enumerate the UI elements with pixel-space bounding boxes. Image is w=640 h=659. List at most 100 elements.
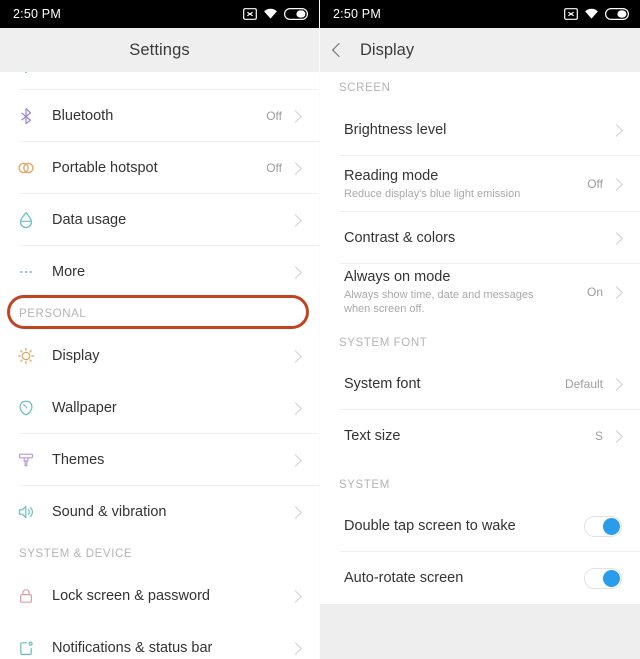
settings-panel: 2:50 PM Settings Bluetooth Off Portable … [0, 0, 320, 659]
toggle-knob [603, 517, 620, 535]
settings-row-bluetooth[interactable]: Bluetooth Off [0, 90, 319, 142]
status-bar-right: 2:50 PM [320, 0, 640, 28]
chevron-right-icon [610, 177, 623, 191]
settings-row-wlan[interactable]: WLAN 91springboard [0, 72, 319, 90]
back-button[interactable] [331, 28, 350, 72]
section-header-system-font: SYSTEM FONT [320, 320, 640, 358]
chevron-right-icon [289, 109, 302, 123]
row-title: Notifications & status bar [52, 640, 213, 656]
display-row-contrast-colors[interactable]: Contrast & colors [320, 212, 640, 264]
battery-icon [284, 8, 308, 20]
section-header-screen: SCREEN [320, 72, 640, 104]
settings-row-display[interactable]: Display [0, 330, 319, 382]
chevron-right-icon [610, 285, 623, 299]
display-row-system-font[interactable]: System font Default [320, 358, 640, 410]
row-title: Lock screen & password [52, 588, 210, 604]
status-time: 2:50 PM [13, 7, 61, 21]
row-value-bluetooth: Off [266, 109, 282, 123]
row-value-portable-hotspot: Off [266, 161, 282, 175]
row-text-auto-rotate-screen: Auto-rotate screen [320, 569, 584, 587]
row-title: System font [344, 376, 421, 392]
data-usage-icon [0, 210, 52, 230]
row-text-reading-mode: Reading mode Reduce display's blue light… [320, 167, 587, 201]
status-bar-left: 2:50 PM [0, 0, 319, 28]
settings-title-bar: Settings [0, 28, 319, 72]
display-row-double-tap-to-wake[interactable]: Double tap screen to wake [320, 500, 640, 552]
display-row-text-size[interactable]: Text size S [320, 410, 640, 462]
row-text-wlan: WLAN [52, 72, 205, 74]
chevron-right-icon [289, 265, 302, 279]
row-text-system-font: System font [320, 375, 565, 393]
toggle-knob [603, 569, 620, 587]
settings-row-wallpaper[interactable]: Wallpaper [0, 382, 319, 434]
page-title: Display [360, 40, 415, 59]
more-icon [0, 262, 52, 282]
settings-row-more[interactable]: More [0, 246, 319, 298]
row-title: Contrast & colors [344, 230, 456, 246]
row-text-lock-screen-password: Lock screen & password [52, 587, 291, 605]
row-title: Brightness level [344, 122, 447, 138]
row-text-portable-hotspot: Portable hotspot [52, 159, 266, 177]
row-title: More [52, 264, 86, 280]
bluetooth-icon [0, 106, 52, 126]
row-text-data-usage: Data usage [52, 211, 291, 229]
row-title: Text size [344, 428, 401, 444]
chevron-right-icon [610, 123, 623, 137]
row-text-brightness-level: Brightness level [320, 121, 612, 139]
row-text-always-on-mode: Always on mode Always show time, date an… [320, 268, 587, 316]
wifi-icon [0, 72, 52, 76]
section-header-personal: PERSONAL [0, 298, 319, 330]
row-title: Auto-rotate screen [344, 570, 464, 586]
row-value-system-font: Default [564, 377, 603, 391]
themes-icon [0, 450, 52, 470]
row-title: Wallpaper [52, 400, 117, 416]
chevron-right-icon [610, 231, 623, 245]
notifications-icon [0, 638, 52, 658]
settings-row-lock-screen-password[interactable]: Lock screen & password [0, 570, 319, 622]
status-time: 2:50 PM [333, 7, 381, 21]
display-row-auto-rotate-screen[interactable]: Auto-rotate screen [320, 552, 640, 604]
row-title: Themes [52, 452, 105, 468]
display-panel: 2:50 PM Display SCREEN Brightness level … [320, 0, 640, 659]
row-title: Data usage [52, 212, 127, 228]
settings-row-data-usage[interactable]: Data usage [0, 194, 319, 246]
chevron-right-icon [289, 641, 302, 655]
row-text-text-size: Text size [320, 427, 595, 445]
no-sim-icon [243, 8, 257, 20]
row-title: Portable hotspot [52, 160, 158, 176]
row-text-wallpaper: Wallpaper [52, 399, 291, 417]
row-title: WLAN [52, 72, 197, 74]
chevron-left-icon [331, 42, 347, 58]
section-header-system: SYSTEM [320, 462, 640, 500]
battery-icon [605, 8, 629, 20]
section-header-system-device: SYSTEM & DEVICE [0, 538, 319, 570]
list-bottom-spacer [320, 604, 640, 659]
status-icon-group [564, 8, 629, 20]
settings-row-themes[interactable]: Themes [0, 434, 319, 486]
lock-icon [0, 586, 52, 606]
row-value-text-size: S [594, 429, 603, 443]
chevron-right-icon [289, 349, 302, 363]
row-text-contrast-colors: Contrast & colors [320, 229, 612, 247]
display-title-bar: Display [320, 28, 640, 72]
chevron-right-icon [289, 161, 302, 175]
toggle-double-tap-to-wake[interactable] [584, 515, 622, 537]
display-list: SCREEN Brightness level Reading mode Red… [320, 72, 640, 659]
row-text-notifications-status-bar: Notifications & status bar [52, 639, 291, 657]
toggle-auto-rotate-screen[interactable] [584, 567, 622, 589]
row-subtitle: Always show time, date and messages when… [344, 289, 534, 315]
settings-row-portable-hotspot[interactable]: Portable hotspot Off [0, 142, 319, 194]
display-row-always-on-mode[interactable]: Always on mode Always show time, date an… [320, 264, 640, 320]
display-row-reading-mode[interactable]: Reading mode Reduce display's blue light… [320, 156, 640, 212]
wifi-icon [585, 8, 598, 19]
settings-list: WLAN 91springboard Bluetooth Off [0, 72, 319, 659]
settings-row-sound-vibration[interactable]: Sound & vibration [0, 486, 319, 538]
wallpaper-icon [0, 398, 52, 418]
row-value-reading-mode: Off [587, 177, 603, 191]
display-row-brightness-level[interactable]: Brightness level [320, 104, 640, 156]
settings-row-notifications-status-bar[interactable]: Notifications & status bar [0, 622, 319, 659]
chevron-right-icon [610, 429, 623, 443]
row-text-bluetooth: Bluetooth [52, 107, 266, 125]
dual-screenshot: 2:50 PM Settings Bluetooth Off Portable … [0, 0, 640, 659]
row-title: Double tap screen to wake [344, 518, 516, 534]
